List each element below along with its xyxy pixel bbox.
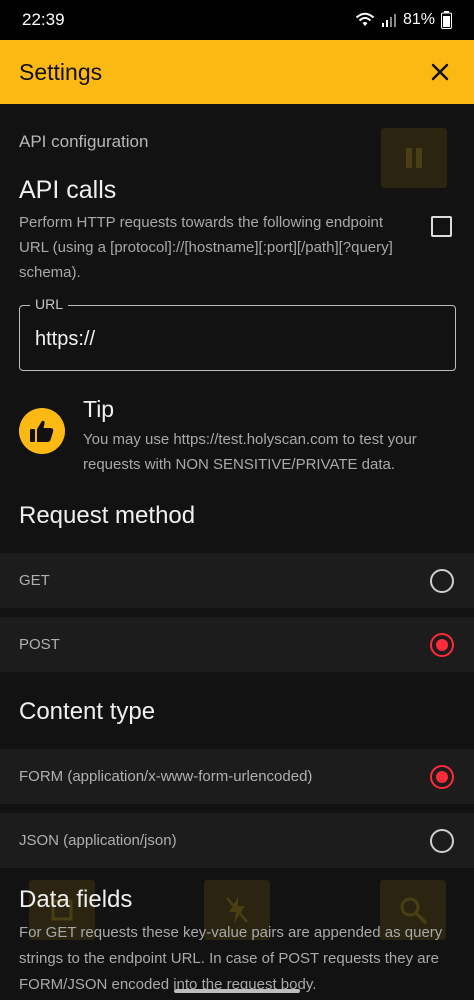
data-fields-title: Data fields <box>19 886 133 913</box>
radio-label-form: FORM (application/x-www-form-urlencoded) <box>19 768 313 785</box>
radio-label-post: POST <box>19 636 60 653</box>
settings-content[interactable]: API configuration API calls Perform HTTP… <box>0 104 474 1000</box>
pause-icon <box>381 128 447 188</box>
radio-get[interactable] <box>430 568 454 593</box>
api-calls-title: API calls <box>19 176 117 204</box>
radio-label-json: JSON (application/json) <box>19 832 177 849</box>
signal-icon <box>381 14 396 27</box>
content-type-title: Content type <box>19 698 156 725</box>
battery-icon <box>441 11 452 29</box>
page-title: Settings <box>19 58 103 85</box>
tip-text: You may use https://test.holyscan.com to… <box>83 431 417 473</box>
radio-row-post[interactable]: POST <box>0 617 474 672</box>
wifi-icon <box>355 12 375 26</box>
battery-percentage: 81% <box>402 11 435 28</box>
api-calls-description: Perform HTTP requests towards the follow… <box>19 214 393 281</box>
close-icon <box>431 63 449 81</box>
radio-label-get: GET <box>19 572 50 589</box>
api-calls-checkbox[interactable] <box>431 216 452 237</box>
data-fields-description: For GET requests these key-value pairs a… <box>19 924 443 993</box>
home-indicator[interactable] <box>174 989 300 993</box>
url-input[interactable]: https:// <box>35 328 95 351</box>
tip-title: Tip <box>83 396 115 422</box>
radio-row-form[interactable]: FORM (application/x-www-form-urlencoded) <box>0 749 474 804</box>
status-bar: 22:39 81% <box>0 0 474 40</box>
url-field[interactable]: URL https:// <box>19 296 456 371</box>
status-time: 22:39 <box>22 10 65 29</box>
status-icons: 81% <box>355 11 452 29</box>
radio-json[interactable] <box>430 828 454 853</box>
request-method-title: Request method <box>19 502 196 529</box>
radio-row-get[interactable]: GET <box>0 553 474 608</box>
radio-row-json[interactable]: JSON (application/json) <box>0 813 474 868</box>
app-bar: Settings <box>0 40 474 104</box>
section-label-api: API configuration <box>19 132 149 151</box>
radio-post[interactable] <box>430 632 454 657</box>
url-field-label: URL <box>30 296 69 312</box>
thumbs-up-icon <box>19 408 65 454</box>
radio-form[interactable] <box>430 764 454 789</box>
close-button[interactable] <box>425 57 455 87</box>
